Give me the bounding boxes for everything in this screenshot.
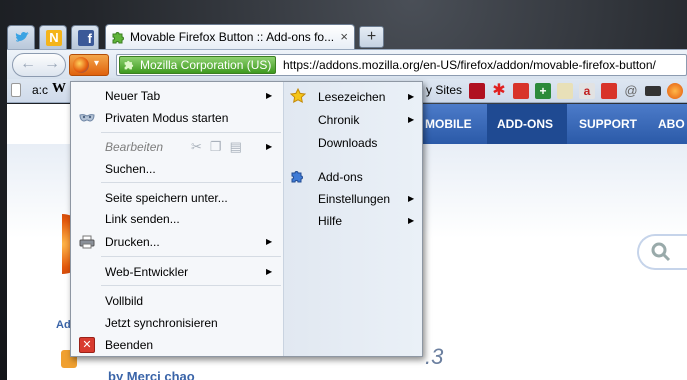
quit-icon: ✕ — [79, 337, 95, 353]
menu-item-find[interactable]: Suchen... — [105, 162, 156, 176]
menu-item-sync[interactable]: Jetzt synchronisieren — [105, 316, 218, 330]
menu-item-help[interactable]: Hilfe — [318, 214, 342, 228]
submenu-arrow-icon: ▶ — [266, 267, 273, 276]
bookmark-most-visited[interactable]: y Sites — [426, 83, 462, 97]
navigation-toolbar: ← → ▾ Mozilla Corporation (US) https://a… — [7, 49, 687, 79]
puzzle-icon — [111, 29, 127, 45]
back-forward-group: ← → — [12, 53, 66, 77]
bookmark-icon-g[interactable] — [601, 83, 617, 99]
bookmark-icon-a[interactable]: a — [579, 83, 595, 99]
new-tab-button[interactable]: + — [359, 26, 384, 48]
menu-separator — [101, 256, 281, 257]
tab-n[interactable]: N — [39, 25, 67, 49]
menu-separator — [101, 182, 281, 183]
copy-icon[interactable]: ❐ — [210, 139, 230, 154]
submenu-arrow-icon: ▶ — [408, 216, 415, 225]
menu-item-private-mode[interactable]: Privaten Modus starten — [105, 111, 228, 125]
menu-item-print[interactable]: Drucken... — [105, 235, 160, 249]
bookmark-ac[interactable]: a:c — [32, 83, 48, 97]
firefox-bookmark-icon[interactable] — [667, 83, 683, 99]
site-nav-addons[interactable]: ADD-ONS — [497, 117, 553, 131]
bookmark-icon-leaf[interactable] — [557, 83, 573, 99]
site-nav-about[interactable]: ABO — [658, 117, 685, 131]
firefox-logo-icon — [73, 57, 89, 73]
menu-separator — [101, 132, 281, 133]
menu-separator — [101, 285, 281, 286]
printer-icon — [79, 234, 95, 250]
edit-icons-group: ✂❐▤ — [191, 139, 250, 155]
plus-bookmark-icon[interactable]: + — [535, 83, 551, 99]
menu-left-column: Neuer Tab ▶ Privaten Modus starten Bearb… — [71, 82, 283, 356]
cut-icon[interactable]: ✂ — [191, 139, 210, 154]
menu-item-send-link[interactable]: Link senden... — [105, 212, 180, 226]
submenu-arrow-icon: ▶ — [408, 194, 415, 203]
addons-puzzle-icon — [290, 168, 306, 184]
menu-item-save-page[interactable]: Seite speichern unter... — [105, 191, 228, 205]
menu-item-fullscreen[interactable]: Vollbild — [105, 294, 143, 308]
puzzle-icon — [123, 58, 136, 75]
url-bar[interactable]: Mozilla Corporation (US) https://addons.… — [116, 54, 687, 76]
page-icon — [11, 83, 21, 97]
menu-item-downloads[interactable]: Downloads — [318, 136, 377, 150]
identity-label: Mozilla Corporation (US) — [140, 58, 272, 72]
twitter-icon — [14, 30, 30, 46]
menu-item-edit[interactable]: Bearbeiten — [105, 140, 163, 154]
site-identity-badge[interactable]: Mozilla Corporation (US) — [119, 56, 277, 75]
paste-icon[interactable]: ▤ — [230, 139, 250, 154]
facebook-icon: f — [78, 30, 94, 46]
site-search-box[interactable] — [637, 234, 687, 270]
site-nav-support[interactable]: SUPPORT — [579, 117, 637, 131]
private-mask-icon — [79, 110, 95, 126]
tab-title: Movable Firefox Button :: Add-ons fo... — [130, 30, 335, 44]
bookmark-icon-s[interactable] — [513, 83, 529, 99]
menu-item-new-tab[interactable]: Neuer Tab — [105, 89, 160, 103]
search-icon — [651, 242, 671, 265]
forward-arrow-icon[interactable]: → — [44, 55, 60, 73]
menu-right-column: Lesezeichen ▶ Chronik ▶ Downloads Add-on… — [283, 82, 422, 356]
tab-movable-firefox-button[interactable]: Movable Firefox Button :: Add-ons fo... … — [105, 24, 355, 49]
tab-twitter[interactable] — [7, 25, 35, 49]
submenu-arrow-icon: ▶ — [408, 115, 415, 124]
tab-facebook[interactable]: f — [71, 25, 99, 49]
menu-item-bookmarks[interactable]: Lesezeichen — [318, 90, 385, 104]
submenu-arrow-icon: ▶ — [266, 91, 273, 100]
menu-item-settings[interactable]: Einstellungen — [318, 192, 390, 206]
menu-item-addons[interactable]: Add-ons — [318, 170, 363, 184]
submenu-arrow-icon: ▶ — [266, 142, 273, 151]
submenu-arrow-icon: ▶ — [408, 92, 415, 101]
submenu-arrow-icon: ▶ — [266, 237, 273, 246]
star-bookmark-icon[interactable]: ✱ — [491, 83, 507, 99]
bookmark-icon-red[interactable] — [469, 83, 485, 99]
email-bookmark-icon[interactable]: @ — [623, 83, 639, 99]
bookmark-icon-dark[interactable] — [645, 86, 661, 96]
n-icon: N — [46, 30, 62, 46]
url-text[interactable]: https://addons.mozilla.org/en-US/firefox… — [283, 58, 656, 72]
menu-item-web-developer[interactable]: Web-Entwickler — [105, 265, 188, 279]
chevron-down-icon: ▾ — [94, 58, 100, 69]
close-tab-icon[interactable]: × — [340, 29, 348, 44]
back-arrow-icon[interactable]: ← — [20, 55, 36, 73]
author-fragment: by Merci chao — [108, 369, 195, 380]
site-nav-mobile[interactable]: MOBILE — [425, 117, 472, 131]
star-icon — [289, 87, 307, 104]
firefox-menu-button[interactable]: ▾ — [69, 54, 109, 76]
menu-item-history[interactable]: Chronik — [318, 113, 359, 127]
firefox-app-menu: Neuer Tab ▶ Privaten Modus starten Bearb… — [70, 81, 423, 357]
bookmark-wikipedia[interactable]: W — [52, 81, 66, 97]
side-text: Ad — [56, 319, 71, 331]
version-fragment: .3 — [425, 344, 444, 369]
menu-item-quit[interactable]: Beenden — [105, 338, 153, 352]
